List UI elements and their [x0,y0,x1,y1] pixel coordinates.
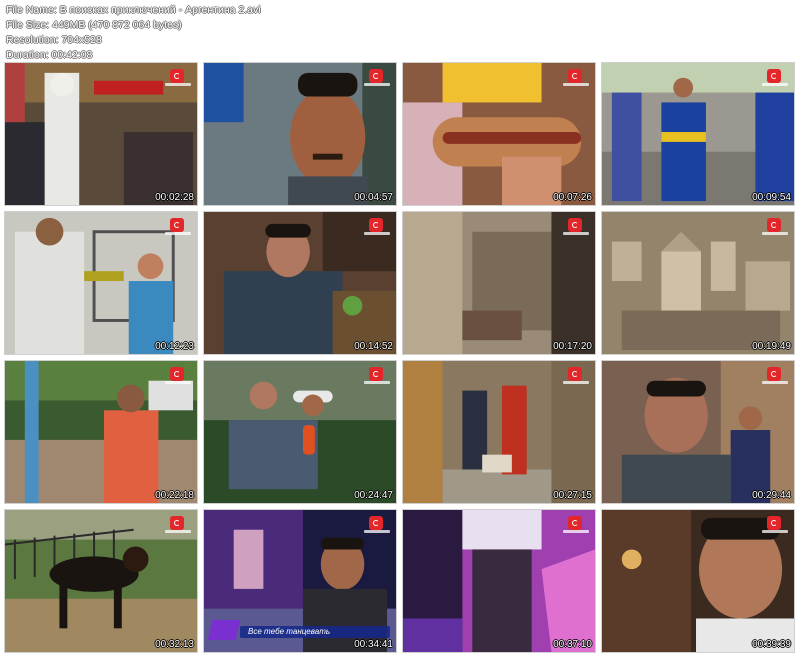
channel-logo-icon [563,218,589,236]
thumbnail-grid: 00:02:28 00:04:57 00:07:26 00:09:54 00:1… [4,62,796,656]
timestamp: 00:39:39 [752,639,791,650]
thumbnail-7: 00:17:20 [402,211,596,355]
timestamp: 00:14:52 [354,341,393,352]
thumbnail-1: 00:02:28 [4,62,198,206]
thumbnail-2: 00:04:57 [203,62,397,206]
thumbnail-3: 00:07:26 [402,62,596,206]
channel-logo-icon [165,367,191,385]
thumbnail-13: 00:32:13 [4,509,198,653]
file-name-text: File Name: В поисках приключений - Арген… [6,4,261,16]
channel-logo-icon [165,218,191,236]
thumbnail-15: 00:37:10 [402,509,596,653]
channel-logo-icon [165,69,191,87]
file-size-text: File Size: 449MB (470 872 064 bytes) [6,19,182,31]
timestamp: 00:19:49 [752,341,791,352]
thumbnail-5: 00:12:23 [4,211,198,355]
timestamp: 00:24:47 [354,490,393,501]
thumbnail-11: 00:27:15 [402,360,596,504]
thumbnail-14: Все тебе танцевать 00:34:41 [203,509,397,653]
channel-logo-icon [165,516,191,534]
caption-bar: Все тебе танцевать [207,620,390,640]
timestamp: 00:32:13 [155,639,194,650]
thumbnail-10: 00:24:47 [203,360,397,504]
channel-logo-icon [762,516,788,534]
channel-logo-icon [762,69,788,87]
thumbnail-16: 00:39:39 [601,509,795,653]
timestamp: 00:17:20 [553,341,592,352]
resolution-text: Resolution: 704x528 [6,34,102,46]
channel-logo-icon [762,367,788,385]
channel-logo-icon [364,367,390,385]
channel-logo-icon [563,367,589,385]
channel-logo-icon [364,69,390,87]
duration-text: Duration: 00:42:08 [6,49,93,61]
timestamp: 00:09:54 [752,192,791,203]
thumbnail-9: 00:22:18 [4,360,198,504]
caption-text: Все тебе танцевать [248,627,331,636]
channel-logo-icon [563,69,589,87]
timestamp: 00:29:44 [752,490,791,501]
timestamp: 00:22:18 [155,490,194,501]
timestamp: 00:07:26 [553,192,592,203]
channel-logo-icon [563,516,589,534]
thumbnail-6: 00:14:52 [203,211,397,355]
file-info-block: File Name: В поисках приключений - Арген… [6,3,261,63]
thumbnail-4: 00:09:54 [601,62,795,206]
timestamp: 00:04:57 [354,192,393,203]
timestamp: 00:12:23 [155,341,194,352]
channel-logo-icon [364,218,390,236]
timestamp: 00:37:10 [553,639,592,650]
show-logo-icon [207,620,241,640]
timestamp: 00:34:41 [354,639,393,650]
channel-logo-icon [364,516,390,534]
thumbnail-12: 00:29:44 [601,360,795,504]
timestamp: 00:27:15 [553,490,592,501]
thumbnail-8: 00:19:49 [601,211,795,355]
channel-logo-icon [762,218,788,236]
timestamp: 00:02:28 [155,192,194,203]
